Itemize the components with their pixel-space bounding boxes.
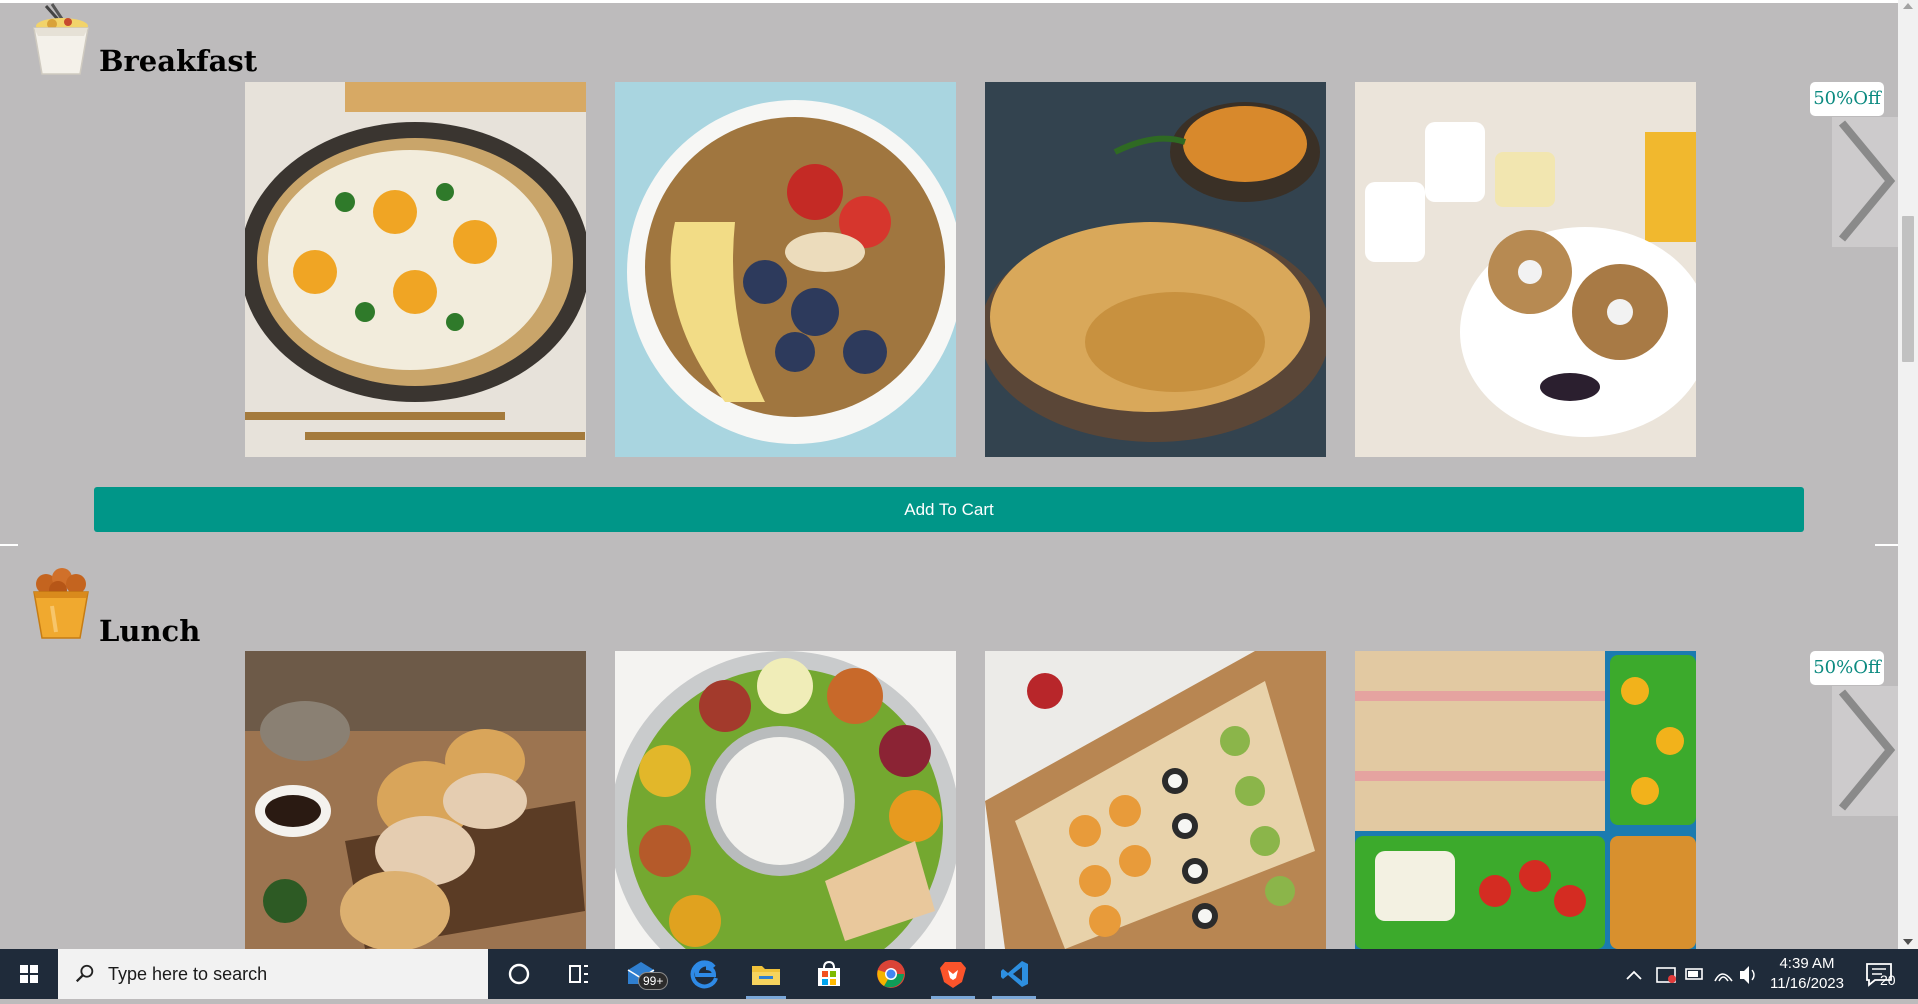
notification-count: 20	[1880, 972, 1896, 988]
clock-time: 4:39 AM	[1779, 955, 1835, 972]
next-arrow-breakfast[interactable]	[1826, 117, 1898, 247]
store-icon[interactable]	[812, 958, 846, 990]
noodle-box-icon	[22, 2, 98, 78]
taskbar-search-box[interactable]: Type here to search	[58, 949, 488, 999]
scroll-up-icon[interactable]	[1903, 3, 1913, 9]
section-title-lunch: Lunch	[99, 614, 201, 648]
section-divider	[0, 544, 1898, 546]
fried-chicken-bucket-icon	[22, 566, 98, 642]
scroll-down-icon[interactable]	[1903, 939, 1913, 945]
section-title-breakfast: Breakfast	[99, 44, 258, 78]
windows-logo-icon	[20, 965, 38, 983]
food-image-lunchbox[interactable]	[1355, 651, 1696, 949]
taskbar: Type here to search 99+ 4:39 AM 11/16/20…	[0, 949, 1918, 999]
start-button[interactable]	[0, 949, 58, 999]
chrome-icon[interactable]	[874, 958, 908, 990]
search-icon	[75, 964, 94, 983]
food-image-sliders[interactable]	[245, 651, 586, 949]
search-placeholder: Type here to search	[108, 964, 268, 984]
vertical-scrollbar[interactable]	[1898, 0, 1918, 949]
add-to-cart-button[interactable]: Add To Cart	[94, 487, 1804, 532]
cortana-icon[interactable]	[502, 958, 536, 990]
file-explorer-icon[interactable]	[749, 958, 783, 990]
discount-badge-breakfast: 50%Off	[1810, 82, 1884, 116]
food-image-paratha-dal[interactable]	[985, 82, 1326, 457]
system-clock[interactable]: 4:39 AM 11/16/2023	[1768, 954, 1846, 994]
mail-badge: 99+	[638, 972, 669, 990]
food-image-fruit-bowl[interactable]	[615, 82, 956, 457]
menu-page: Breakfast 50%Off Add To Cart Lunch 50%Of…	[0, 0, 1918, 949]
food-image-eggs-skillet[interactable]	[245, 82, 586, 457]
show-hidden-icons-icon	[1626, 970, 1642, 980]
brave-icon[interactable]	[936, 958, 970, 990]
scrollbar-thumb[interactable]	[1902, 216, 1914, 362]
vscode-icon[interactable]	[998, 958, 1032, 990]
system-tray	[1622, 949, 1762, 999]
food-image-thali[interactable]	[615, 651, 956, 949]
discount-badge-lunch: 50%Off	[1810, 651, 1884, 685]
clock-date: 11/16/2023	[1770, 975, 1844, 992]
edge-icon[interactable]	[688, 958, 722, 990]
next-arrow-lunch[interactable]	[1826, 686, 1898, 816]
food-image-bagels-coffee[interactable]	[1355, 82, 1696, 457]
task-view-icon[interactable]	[562, 958, 596, 990]
food-image-sushi-wraps[interactable]	[985, 651, 1326, 949]
